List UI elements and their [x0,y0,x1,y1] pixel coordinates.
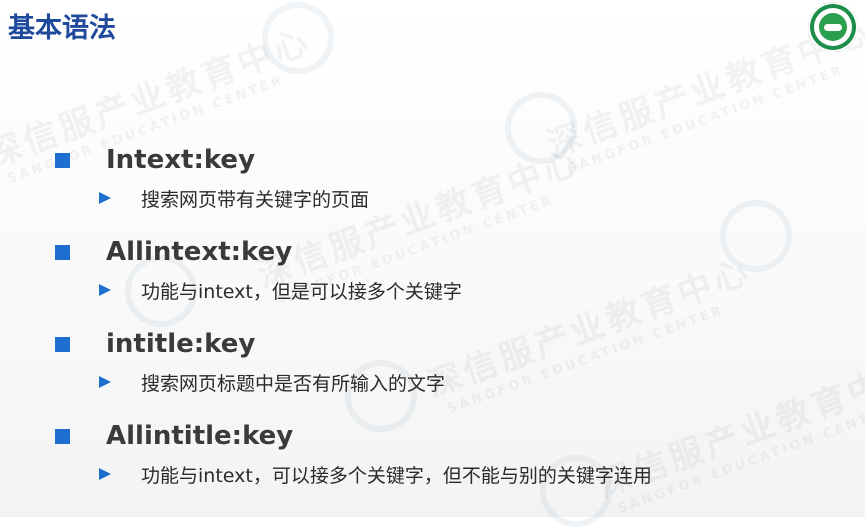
syntax-item-intitle: intitle:key 搜索网页标题中是否有所输入的文字 [55,322,845,398]
syntax-list: Intext:key 搜索网页带有关键字的页面 Allintext:key 功能… [55,138,845,506]
arrow-bullet-icon [99,284,111,296]
syntax-item-allintitle: Allintitle:key 功能与intext，可以接多个关键字，但不能与别的… [55,414,845,490]
syntax-description: 搜索网页标题中是否有所输入的文字 [141,372,446,395]
syntax-item-intext: Intext:key 搜索网页带有关键字的页面 [55,138,845,214]
syntax-keyword: Allintext:key [106,237,293,267]
square-bullet-icon [55,244,70,260]
syntax-description: 搜索网页带有关键字的页面 [141,188,370,211]
syntax-item-allintext: Allintext:key 功能与intext，但是可以接多个关键字 [55,230,845,306]
arrow-bullet-icon [99,468,111,480]
slide-title: 基本语法 [8,13,116,44]
syntax-keyword: Allintitle:key [106,421,294,451]
square-bullet-icon [55,336,70,352]
syntax-description: 功能与intext，可以接多个关键字，但不能与别的关键字连用 [141,464,652,487]
syntax-keyword: intitle:key [106,329,256,359]
arrow-bullet-icon [99,192,111,204]
square-bullet-icon [55,152,70,168]
square-bullet-icon [55,428,70,444]
watermark-circle [262,2,334,74]
syntax-description: 功能与intext，但是可以接多个关键字 [141,280,462,303]
syntax-keyword: Intext:key [106,145,256,175]
sangfor-education-logo-icon [808,2,858,52]
arrow-bullet-icon [99,376,111,388]
